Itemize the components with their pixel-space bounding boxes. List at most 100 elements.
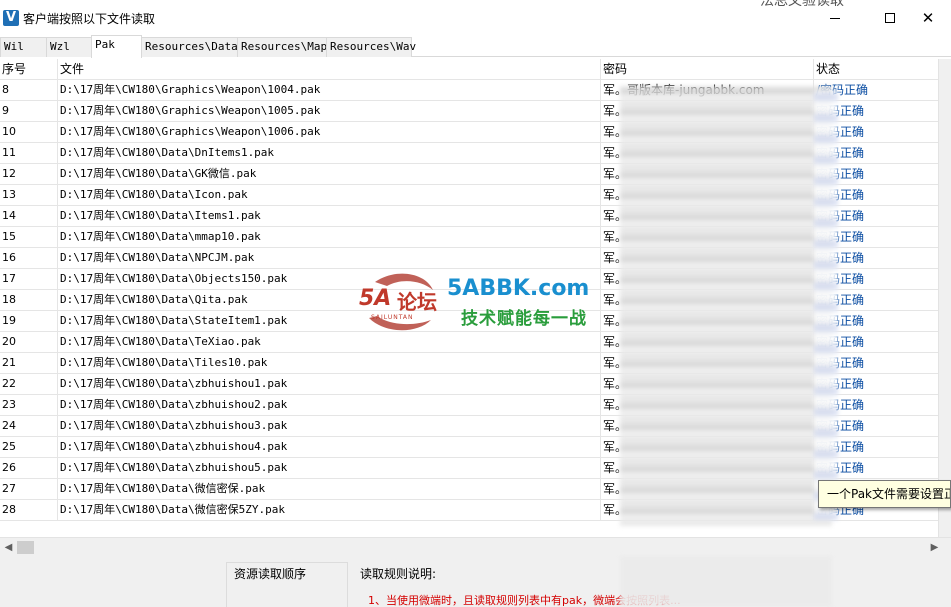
row-password: 军。 [601,206,814,226]
table-row[interactable]: 18 D:\17周年\CW180\Data\Qita.pak 军。 密码正确 [0,290,938,311]
close-button[interactable]: ✕ [905,0,951,36]
table-row[interactable]: 14 D:\17周年\CW180\Data\Items1.pak 军。 密码正确 [0,206,938,227]
table-row[interactable]: 23 D:\17周年\CW180\Data\zbhuishou2.pak 军。 密码正… [0,395,938,416]
row-index: 12 [0,164,58,184]
row-status: 密码正确 [816,440,865,454]
table-row[interactable]: 26 D:\17周年\CW180\Data\zbhuishou5.pak 军。 密码正… [0,458,938,479]
column-header-password[interactable]: 密码 [601,59,814,80]
row-status: 密码正确 [816,272,865,286]
table-row[interactable]: 27 D:\17周年\CW180\Data\微信密保.pak 军。 [0,479,938,500]
column-header-file[interactable]: 文件 [58,59,601,80]
row-file: D:\17周年\CW180\Graphics\Weapon\1006.pak [58,122,601,142]
table-row[interactable]: 28 D:\17周年\CW180\Data\微信密保5ZY.pak 军。 密码正确 [0,500,938,521]
row-index: 15 [0,227,58,247]
row-password: 军。 [601,374,814,394]
row-file: D:\17周年\CW180\Data\Icon.pak [58,185,601,205]
row-status: 密码正确 [816,335,865,349]
horizontal-scroll-thumb[interactable] [17,541,34,554]
row-file: D:\17周年\CW180\Data\zbhuishou2.pak [58,395,601,415]
row-index: 26 [0,458,58,478]
row-index: 17 [0,269,58,289]
column-header-index[interactable]: 序号 [0,59,58,80]
row-index: 19 [0,311,58,331]
row-file: D:\17周年\CW180\Data\NPCJM.pak [58,248,601,268]
row-file: D:\17周年\CW180\Data\zbhuishou1.pak [58,374,601,394]
row-password: 军。 [601,416,814,436]
row-index: 11 [0,143,58,163]
table-row[interactable]: 13 D:\17周年\CW180\Data\Icon.pak 军。 密码正确 [0,185,938,206]
tab-wil[interactable]: Wil [0,37,47,57]
tab-resources-map[interactable]: Resources\Map [237,37,327,57]
table-row[interactable]: 17 D:\17周年\CW180\Data\Objects150.pak 军。 密码正… [0,269,938,290]
row-index: 8 [0,80,58,100]
bottom-panel: 资源读取顺序 读取规则说明: 1、当使用微端时，且读取规则列表中有pak，微端会… [0,556,951,607]
row-status: 密码正确 [816,230,865,244]
vertical-scrollbar[interactable] [938,59,951,537]
table-row[interactable]: 20 D:\17周年\CW180\Data\TeXiao.pak 军。 密码正确 [0,332,938,353]
scroll-right-icon[interactable]: ▶ [926,540,943,555]
row-password: 军。 [601,332,814,352]
table-row[interactable]: 21 D:\17周年\CW180\Data\Tiles10.pak 军。 密码正确 [0,353,938,374]
row-file: D:\17周年\CW180\Data\DnItems1.pak [58,143,601,163]
table-row[interactable]: 9 D:\17周年\CW180\Graphics\Weapon\1005.pak 军… [0,101,938,122]
scroll-left-icon[interactable]: ◀ [0,540,17,555]
table-row[interactable]: 25 D:\17周年\CW180\Data\zbhuishou4.pak 军。 密码正… [0,437,938,458]
vertical-scroll-thumb[interactable] [941,59,950,537]
window-title: 客户端按照以下文件读取 [23,12,156,26]
row-file: D:\17周年\CW180\Data\微信密保.pak [58,479,601,499]
row-status: 密码正确 [816,209,865,223]
row-password: 军。 [601,479,814,499]
column-header-status[interactable]: 状态 [814,59,938,80]
row-index: 27 [0,479,58,499]
row-index: 13 [0,185,58,205]
row-status: 密码正确 [816,251,865,265]
tab-pak[interactable]: Pak [91,35,142,58]
row-index: 10 [0,122,58,142]
close-icon: ✕ [921,8,935,27]
table-row[interactable]: 19 D:\17周年\CW180\Data\StateItem1.pak 军。 密码正… [0,311,938,332]
row-file: D:\17周年\CW180\Data\zbhuishou4.pak [58,437,601,457]
table-row[interactable]: 16 D:\17周年\CW180\Data\NPCJM.pak 军。 密码正确 [0,248,938,269]
tab-resources-data[interactable]: Resources\Data [141,37,238,57]
table-row[interactable]: 12 D:\17周年\CW180\Data\GK微信.pak 军。 密码正确 [0,164,938,185]
row-index: 22 [0,374,58,394]
table-row[interactable]: 22 D:\17周年\CW180\Data\zbhuishou1.pak 军。 密码正… [0,374,938,395]
row-password: 军。 [601,290,814,310]
row-password: 军。 [601,248,814,268]
tab-resources-wav[interactable]: Resources\Wav [326,37,416,57]
table-row[interactable]: 8 D:\17周年\CW180\Graphics\Weapon\1004.pak 军… [0,80,938,101]
horizontal-scrollbar[interactable]: ◀ ▶ [0,537,951,556]
row-file: D:\17周年\CW180\Data\Objects150.pak [58,269,601,289]
redacted-bottom-area [620,556,832,607]
table-row[interactable]: 15 D:\17周年\CW180\Data\mmap10.pak 军。 密码正确 [0,227,938,248]
minimize-icon [830,17,840,19]
tooltip: 一个Pak文件需要设置正 [818,480,951,508]
row-password: 军。哥版本库-jungabbk.com [601,80,814,100]
file-list[interactable]: 序号 文件 密码 状态 8 D:\17周年\CW180\Graphics\Weap… [0,59,938,537]
row-index: 9 [0,101,58,121]
row-index: 14 [0,206,58,226]
row-status: 密码正确 [816,167,865,181]
title-bar: V 客户端按照以下文件读取 法总文验读取 ✕ [0,0,951,36]
row-password: 军。 [601,227,814,247]
row-index: 25 [0,437,58,457]
table-row[interactable]: 24 D:\17周年\CW180\Data\zbhuishou3.pak 军。 密码正… [0,416,938,437]
row-status: 密码正确 [816,104,865,118]
row-password: 军。 [601,458,814,478]
row-status: 密码正确 [816,356,865,370]
row-status: 密码正确 [816,377,865,391]
row-status: 密码正确 [816,293,865,307]
row-file: D:\17周年\CW180\Data\StateItem1.pak [58,311,601,331]
minimize-button[interactable] [812,0,858,36]
maximize-icon [885,13,895,23]
row-file: D:\17周年\CW180\Data\mmap10.pak [58,227,601,247]
row-index: 18 [0,290,58,310]
row-password: 军。 [601,101,814,121]
list-header: 序号 文件 密码 状态 [0,59,938,80]
table-row[interactable]: 10 D:\17周年\CW180\Graphics\Weapon\1006.pak… [0,122,938,143]
tab-wzl[interactable]: Wzl [46,37,92,57]
row-status: 密码正确 [816,419,865,433]
row-file: D:\17周年\CW180\Data\微信密保5ZY.pak [58,500,601,520]
table-row[interactable]: 11 D:\17周年\CW180\Data\DnItems1.pak 军。 密码正确 [0,143,938,164]
row-status: 密码正确 [816,398,865,412]
